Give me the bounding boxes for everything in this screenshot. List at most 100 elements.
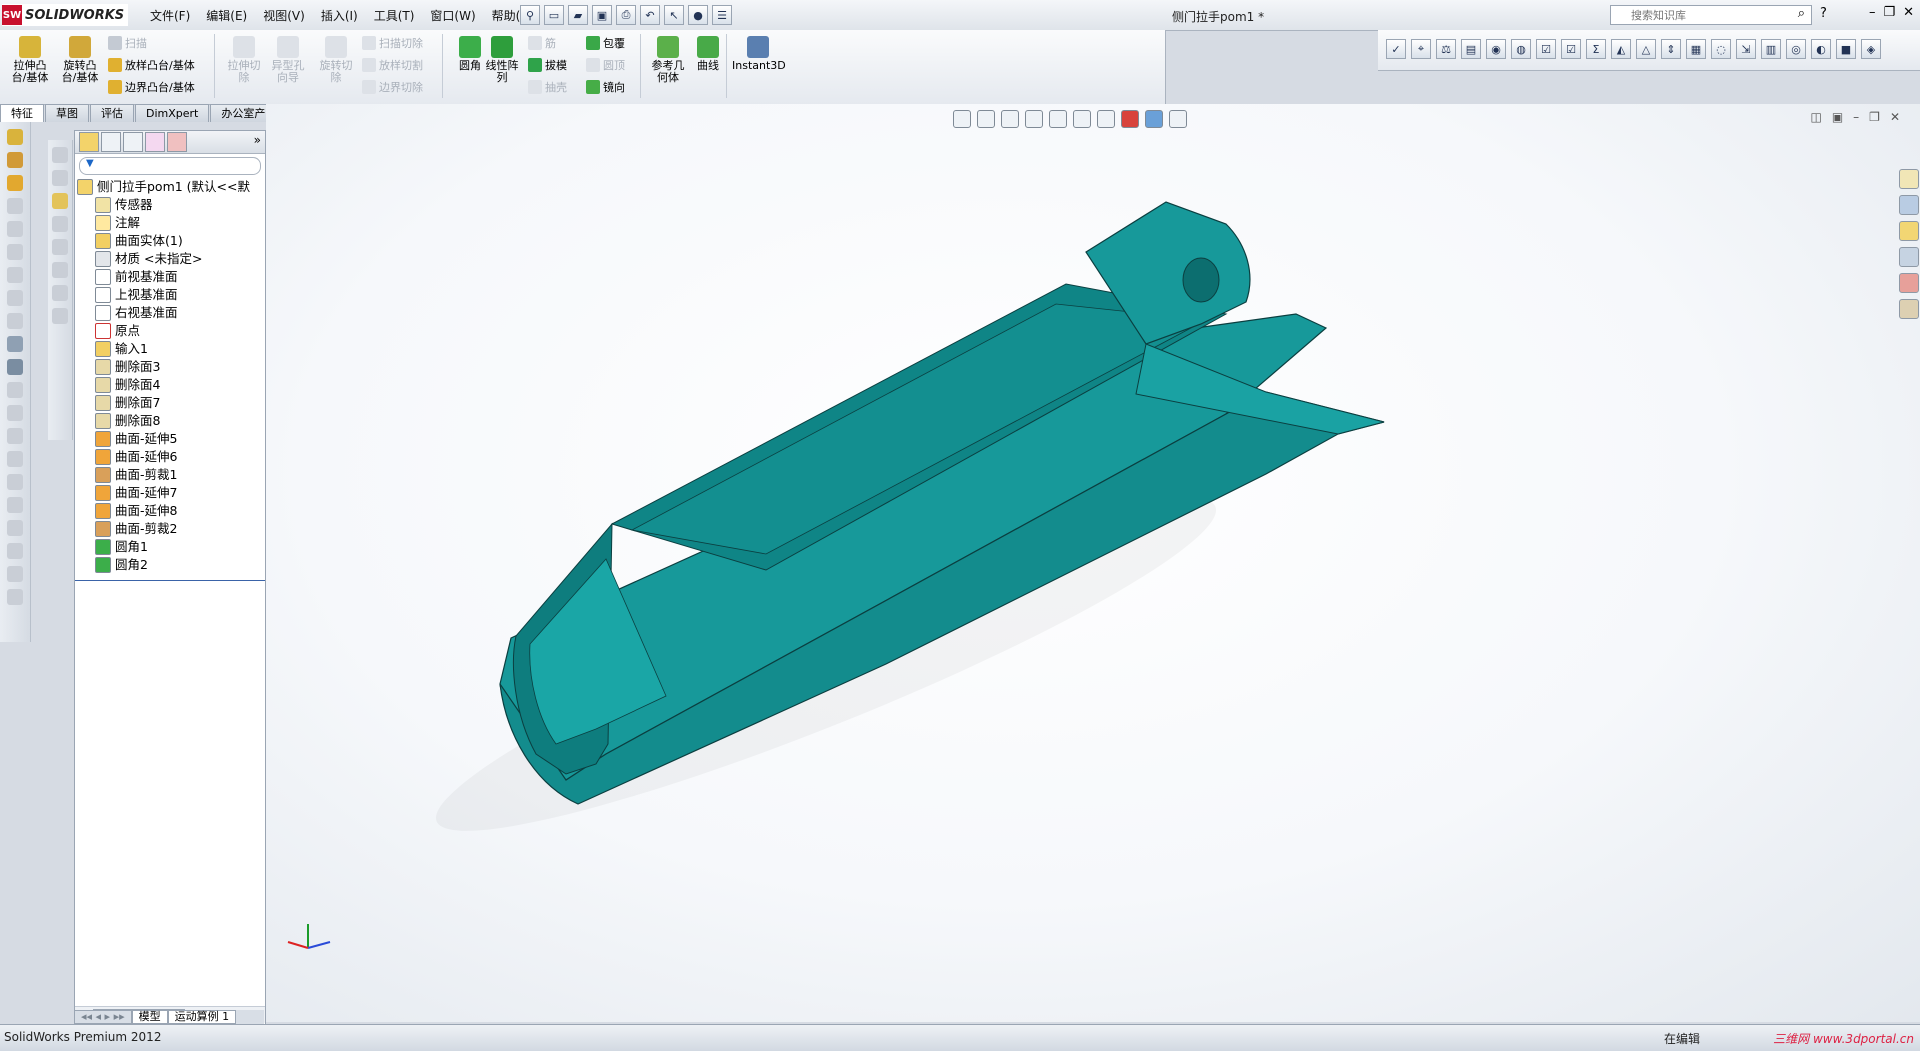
search-knowledge-base[interactable]: ⌕ <box>1610 5 1812 25</box>
zoom-to-fit-icon[interactable] <box>953 110 971 128</box>
zebra-stripes-icon[interactable]: ▥ <box>1761 39 1781 59</box>
deviation-analysis-icon[interactable]: ⇲ <box>1736 39 1756 59</box>
tree-item-surface-trim2[interactable]: 曲面-剪裁2 <box>75 520 265 538</box>
tree-item-surface-extend5[interactable]: 曲面-延伸5 <box>75 430 265 448</box>
instant3d-button[interactable]: Instant3D <box>732 36 786 72</box>
thickness-analysis-icon[interactable]: ▦ <box>1686 39 1706 59</box>
revolve-boss-button[interactable]: 旋转凸 台/基体 <box>58 36 102 84</box>
apply-scene-icon[interactable] <box>1145 110 1163 128</box>
telephone-icon[interactable] <box>7 359 23 375</box>
menu-window[interactable]: 窗口(W) <box>422 7 483 24</box>
pattern-icon[interactable] <box>7 336 23 352</box>
mass-properties-icon[interactable]: ⚖ <box>1436 39 1456 59</box>
tree-root-part[interactable]: 侧门拉手pom1 (默认<<默 <box>75 178 265 196</box>
compare-icon[interactable]: ◐ <box>1811 39 1831 59</box>
boundary-cut-button[interactable]: 边界切除 <box>362 78 423 96</box>
linear-pattern-button[interactable]: 线性阵 列 <box>480 36 524 84</box>
viewport-close-icon[interactable]: ✕ <box>1890 110 1900 124</box>
new-document-icon[interactable]: ▭ <box>544 5 564 25</box>
extrude-cut-button[interactable]: 拉伸切 除 <box>222 36 266 84</box>
hand-icon[interactable] <box>7 566 23 582</box>
custom-properties-icon[interactable] <box>1899 299 1919 319</box>
draft-analysis-icon[interactable]: ◭ <box>1611 39 1631 59</box>
feature-manager-tab-icon[interactable] <box>79 132 99 152</box>
previous-view-icon[interactable] <box>1001 110 1019 128</box>
tab-dimxpert[interactable]: DimXpert <box>135 104 210 122</box>
tree-item-fillet1[interactable]: 圆角1 <box>75 538 265 556</box>
menu-tools[interactable]: 工具(T) <box>366 7 423 24</box>
combine-icon[interactable] <box>7 497 23 513</box>
shell-icon[interactable] <box>7 290 23 306</box>
tree-item-delete-face7[interactable]: 删除面7 <box>75 394 265 412</box>
edit-appearance-icon[interactable] <box>1121 110 1139 128</box>
tab-motion-study[interactable]: 运动算例 1 <box>167 1010 237 1024</box>
sketch-icon[interactable] <box>52 147 68 163</box>
equations-icon[interactable]: Σ <box>1586 39 1606 59</box>
tree-item-import1[interactable]: 输入1 <box>75 340 265 358</box>
zoom-area-icon[interactable] <box>977 110 995 128</box>
configuration-manager-tab-icon[interactable] <box>123 132 143 152</box>
tree-item-surface-extend6[interactable]: 曲面-延伸6 <box>75 448 265 466</box>
draft-button[interactable]: 拔模 <box>528 56 567 74</box>
loft-icon[interactable] <box>7 175 23 191</box>
file-explorer-icon[interactable] <box>1899 221 1919 241</box>
check-icon[interactable]: ◉ <box>1486 39 1506 59</box>
hole-wizard-button[interactable]: 异型孔 向导 <box>266 36 310 84</box>
print-icon[interactable]: ⎙ <box>616 5 636 25</box>
curves-button[interactable]: 曲线 <box>686 36 730 72</box>
tree-item-surface-extend7[interactable]: 曲面-延伸7 <box>75 484 265 502</box>
view-orientation-icon[interactable] <box>1049 110 1067 128</box>
tree-item-annotations[interactable]: 注解 <box>75 214 265 232</box>
tree-item-delete-face3[interactable]: 删除面3 <box>75 358 265 376</box>
property-manager-tab-icon[interactable] <box>101 132 121 152</box>
symmetry-check-icon[interactable]: ◎ <box>1786 39 1806 59</box>
open-folder-icon[interactable]: ▰ <box>568 5 588 25</box>
extrude-boss-button[interactable]: 拉伸凸 台/基体 <box>8 36 52 84</box>
section-view-icon[interactable] <box>1025 110 1043 128</box>
boundary-boss-button[interactable]: 边界凸台/基体 <box>108 78 195 96</box>
draft-icon[interactable] <box>7 313 23 329</box>
spell-check-icon[interactable]: ✓ <box>1386 39 1406 59</box>
point-icon[interactable] <box>52 262 68 278</box>
reference-geometry-button[interactable]: 参考几 何体 <box>646 36 690 84</box>
import-diagnostics-icon[interactable]: ☑ <box>1561 39 1581 59</box>
rollback-bar[interactable] <box>75 576 265 581</box>
delete-body-icon[interactable] <box>7 543 23 559</box>
chamfer-icon[interactable] <box>7 244 23 260</box>
fillet-icon[interactable] <box>7 221 23 237</box>
close-icon[interactable]: ✕ <box>1903 5 1914 20</box>
file-properties-icon[interactable]: ☰ <box>712 5 732 25</box>
search-input[interactable] <box>1629 7 1783 23</box>
tab-evaluate[interactable]: 评估 <box>90 104 134 122</box>
viewport-minimize-icon[interactable]: – <box>1853 110 1859 124</box>
view-palette-icon[interactable] <box>1899 247 1919 267</box>
menu-insert[interactable]: 插入(I) <box>313 7 366 24</box>
minimize-icon[interactable]: – <box>1869 5 1876 20</box>
solidworks-resources-icon[interactable] <box>1899 169 1919 189</box>
select-arrow-icon[interactable]: ↖ <box>664 5 684 25</box>
mirror-button[interactable]: 镜向 <box>586 78 625 96</box>
design-checker-icon[interactable]: ■ <box>1836 39 1856 59</box>
curvature-icon[interactable]: ◌ <box>1711 39 1731 59</box>
view-settings-icon[interactable] <box>1169 110 1187 128</box>
geometry-analysis-icon[interactable]: ☑ <box>1536 39 1556 59</box>
coordinate-system-icon[interactable] <box>52 285 68 301</box>
revolve-cut-button[interactable]: 旋转切 除 <box>314 36 358 84</box>
dome-icon[interactable] <box>7 405 23 421</box>
measure-icon[interactable]: ⌖ <box>1411 39 1431 59</box>
3d-model-viewport[interactable] <box>266 104 1920 1022</box>
rib-icon[interactable] <box>7 267 23 283</box>
cut-icon[interactable] <box>7 198 23 214</box>
tree-item-right-plane[interactable]: 右视基准面 <box>75 304 265 322</box>
tree-item-surface-extend8[interactable]: 曲面-延伸8 <box>75 502 265 520</box>
statistics-icon[interactable]: ◍ <box>1511 39 1531 59</box>
move-face-icon[interactable] <box>7 451 23 467</box>
hide-show-items-icon[interactable] <box>1097 110 1115 128</box>
folder-icon[interactable] <box>52 193 68 209</box>
loft-button[interactable]: 放样凸台/基体 <box>108 56 195 74</box>
menu-file[interactable]: 文件(F) <box>142 7 198 24</box>
mate-reference-icon[interactable] <box>52 308 68 324</box>
expand-chevron-icon[interactable]: » <box>254 133 261 151</box>
tree-item-surface-bodies[interactable]: 曲面实体(1) <box>75 232 265 250</box>
search-icon[interactable]: ⌕ <box>1798 6 1805 21</box>
